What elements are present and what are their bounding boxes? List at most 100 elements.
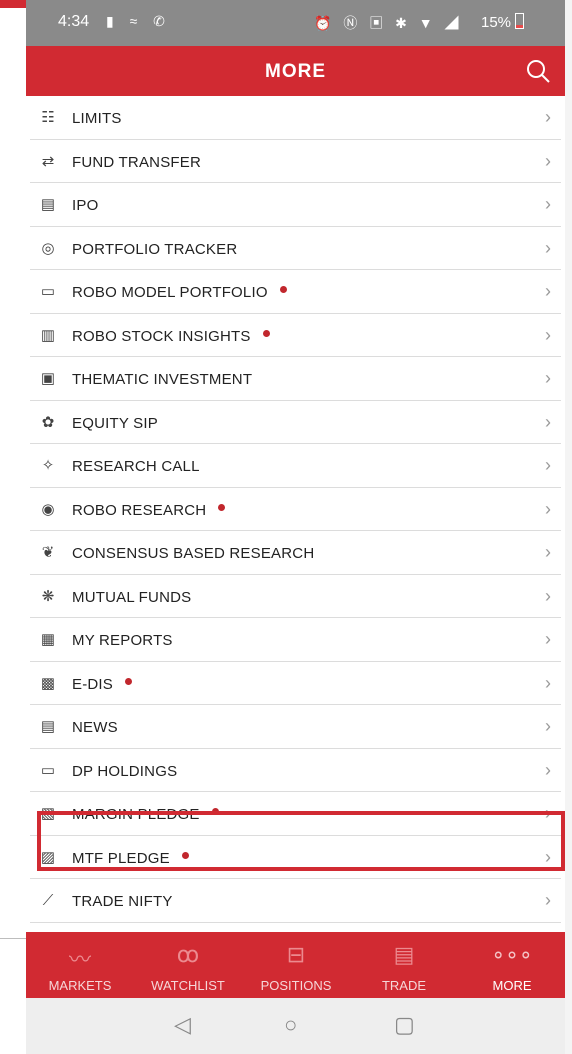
nav-label: TRADE	[381, 978, 427, 993]
battery-icon	[515, 13, 525, 29]
document-icon: ▤	[393, 942, 415, 967]
menu-item-robo-research[interactable]: ◉ ROBO RESEARCH ›	[30, 488, 561, 531]
limits-icon: ☷	[41, 109, 55, 126]
menu-item-dp-holdings[interactable]: ▭ DP HOLDINGS ›	[30, 749, 561, 792]
menu-item-portfolio-tracker[interactable]: ◎ PORTFOLIO TRACKER ›	[30, 227, 561, 270]
new-indicator-dot	[125, 677, 133, 685]
nav-label: MARKETS	[48, 978, 112, 993]
right-edge	[565, 0, 572, 1054]
system-navigation-bar: ◁ ○ ▢	[26, 998, 565, 1054]
menu-item-ipo[interactable]: ▤ IPO ›	[30, 183, 561, 227]
menu-item-equity-sip[interactable]: ✿ EQUITY SIP ›	[30, 401, 561, 444]
nav-more[interactable]: ∘∘∘ MORE	[458, 932, 565, 998]
menu-item-consensus-based-research[interactable]: ❦ CONSENSUS BASED RESEARCH ›	[30, 531, 561, 575]
battery-percent: 15%	[481, 14, 512, 31]
menu-item-label: IPO	[72, 197, 99, 214]
menu-item-label: ROBO STOCK INSIGHTS	[72, 328, 270, 345]
chevron-right-icon: ›	[545, 629, 551, 649]
menu-item-e-dis[interactable]: ▩ E-DIS ›	[30, 662, 561, 705]
chevron-right-icon: ›	[545, 281, 551, 301]
menu-item-label: CONSENSUS BASED RESEARCH	[72, 545, 315, 562]
briefcase-icon: ▭	[40, 283, 56, 300]
menu-item-label: E-DIS	[72, 676, 133, 693]
chevron-right-icon: ›	[545, 107, 551, 127]
home-icon[interactable]: ○	[284, 1012, 297, 1038]
nav-markets[interactable]: 〰 MARKETS	[26, 932, 134, 998]
trade-nifty-icon: ⟋	[42, 892, 54, 909]
menu-item-trade-nifty[interactable]: ⟋ TRADE NIFTY ›	[30, 879, 561, 923]
menu-item-label: ROBO RESEARCH	[72, 502, 226, 519]
chevron-right-icon: ›	[545, 542, 551, 562]
sip-icon: ✿	[41, 413, 55, 431]
nav-watchlist[interactable]: ꝏ WATCHLIST	[134, 932, 242, 998]
chevron-right-icon: ›	[545, 890, 551, 910]
menu-item-news[interactable]: ▤ NEWS ›	[30, 705, 561, 749]
menu-item-mutual-funds[interactable]: ❋ MUTUAL FUNDS ›	[30, 575, 561, 618]
notification-icons: ▮ ≈ ✆	[106, 13, 171, 29]
chevron-right-icon: ›	[545, 194, 551, 214]
menu-list: ☷ LIMITS › ⇄ FUND TRANSFER › ▤ IPO › ◎ PORTFOLIO T…	[26, 96, 565, 932]
menu-item-label: MY REPORTS	[72, 632, 173, 649]
chevron-right-icon: ›	[545, 324, 551, 345]
chevron-right-icon: ›	[545, 672, 551, 693]
binoculars-icon: ꝏ	[176, 942, 200, 967]
phone-screen: 4:34 ▮ ≈ ✆ ⏰ Ⓝ ▣ ✱ ▼ ◢ 15% MORE ☷ LIMITS ›…	[26, 0, 565, 1054]
chevron-right-icon: ›	[545, 411, 551, 432]
markets-icon: 〰	[68, 947, 91, 972]
menu-item-research-call[interactable]: ✧ RESEARCH CALL ›	[30, 444, 561, 488]
status-time: 4:34	[58, 13, 90, 30]
news-icon: ▤	[40, 718, 56, 735]
chevron-right-icon: ›	[545, 716, 551, 736]
more-dots-icon: ∘∘∘	[491, 942, 533, 967]
ipo-icon: ▤	[40, 196, 56, 213]
new-indicator-dot	[218, 503, 226, 511]
consensus-icon: ❦	[41, 544, 55, 561]
menu-item-label: NEWS	[72, 719, 118, 736]
menu-item-label: DP HOLDINGS	[72, 762, 178, 780]
bulb-icon: ✧	[41, 457, 55, 474]
portfolio-tracker-icon: ◎	[41, 239, 55, 257]
new-indicator-dot	[262, 329, 270, 337]
app-bar: MORE	[26, 46, 565, 96]
edis-icon: ▩	[40, 674, 56, 692]
recents-icon[interactable]: ▢	[394, 1012, 415, 1038]
menu-item-label: LIMITS	[72, 110, 122, 127]
briefcase-icon: ⊟	[286, 942, 306, 967]
rupee-icon: ▣	[40, 370, 56, 387]
menu-item-label: ROBO MODEL PORTFOLIO	[72, 284, 287, 301]
menu-item-robo-stock-insights[interactable]: ▥ ROBO STOCK INSIGHTS ›	[30, 314, 561, 357]
back-icon[interactable]: ◁	[174, 1012, 191, 1038]
menu-item-label: FUND TRANSFER	[72, 153, 201, 171]
chevron-right-icon: ›	[545, 455, 551, 475]
page-title: MORE	[265, 61, 326, 82]
menu-item-robo-model-portfolio[interactable]: ▭ ROBO MODEL PORTFOLIO ›	[30, 270, 561, 314]
menu-item-label: TRADE NIFTY	[72, 893, 173, 910]
reports-icon: ▦	[40, 631, 56, 648]
menu-item-label: PORTFOLIO TRACKER	[72, 240, 238, 258]
page-divider-line	[0, 938, 26, 939]
chevron-right-icon: ›	[545, 368, 551, 388]
menu-item-label: THEMATIC INVESTMENT	[72, 371, 253, 388]
mutual-funds-icon: ❋	[41, 587, 55, 605]
nav-label: MORE	[492, 978, 532, 993]
nav-trade[interactable]: ▤ TRADE	[350, 932, 458, 998]
menu-item-fund-transfer[interactable]: ⇄ FUND TRANSFER ›	[30, 140, 561, 183]
chevron-right-icon: ›	[545, 759, 551, 780]
nav-label: WATCHLIST	[151, 978, 225, 993]
menu-item-thematic-investment[interactable]: ▣ THEMATIC INVESTMENT ›	[30, 357, 561, 401]
fund-transfer-icon: ⇄	[41, 152, 55, 170]
nav-label: POSITIONS	[260, 978, 332, 993]
menu-item-limits[interactable]: ☷ LIMITS ›	[30, 96, 561, 140]
menu-item-my-reports[interactable]: ▦ MY REPORTS ›	[30, 618, 561, 662]
battery-indicator: 15%	[481, 13, 525, 31]
nav-positions[interactable]: ⊟ POSITIONS	[242, 932, 350, 998]
system-status-icons: ⏰ Ⓝ ▣ ✱ ▼ ◢	[314, 15, 463, 31]
dp-holdings-icon: ▭	[40, 761, 56, 779]
magnifier-icon: ◉	[41, 500, 55, 518]
highlight-box	[37, 811, 565, 871]
status-bar: 4:34 ▮ ≈ ✆ ⏰ Ⓝ ▣ ✱ ▼ ◢ 15%	[26, 0, 565, 46]
bar-chart-icon: ▥	[40, 326, 56, 344]
chevron-right-icon: ›	[545, 585, 551, 606]
bottom-navigation: 〰 MARKETS ꝏ WATCHLIST ⊟ POSITIONS ▤ TRADE ∘∘∘ MOR…	[26, 932, 565, 998]
search-icon[interactable]	[525, 58, 551, 84]
